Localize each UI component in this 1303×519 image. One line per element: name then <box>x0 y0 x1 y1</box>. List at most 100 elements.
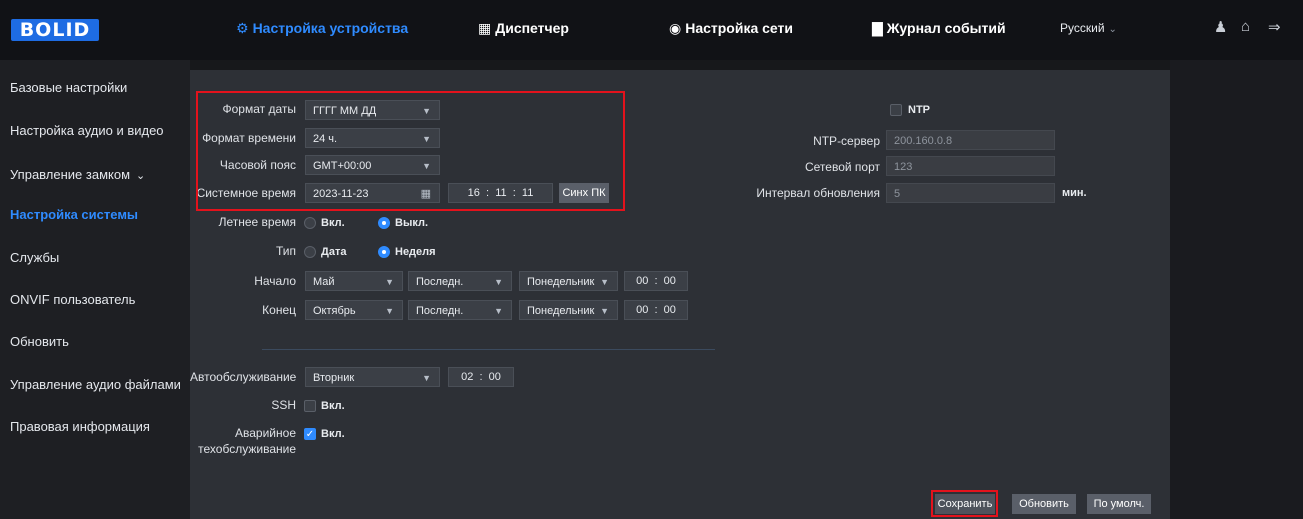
network-port-label: Сетевой порт <box>804 160 880 174</box>
sidebar-item-label: Базовые настройки <box>10 80 128 95</box>
sidebar-item-legal-info[interactable]: Правовая информация <box>10 419 150 434</box>
minute-value: 00 <box>663 275 676 287</box>
bolid-logo: BOLID <box>11 19 99 41</box>
dropdown-arrow-icon: ▼ <box>422 373 431 383</box>
tab-network-settings[interactable]: ◉ Настройка сети <box>669 16 793 40</box>
globe-icon: ◉ <box>669 19 682 36</box>
hour-value: 00 <box>636 304 649 316</box>
section-divider <box>262 349 715 350</box>
ntp-server-value: 200.160.0.8 <box>894 135 953 147</box>
home-icon[interactable]: ⌂ <box>1241 18 1250 35</box>
user-icon[interactable]: ♟ <box>1214 18 1227 36</box>
refresh-button[interactable]: Обновить <box>1012 494 1076 514</box>
tab-label: Настройка сети <box>685 20 794 36</box>
hour-value: 02 <box>461 371 474 383</box>
network-port-value: 123 <box>894 161 913 173</box>
highlight-frame <box>196 91 625 211</box>
type-week-radio[interactable] <box>378 246 390 258</box>
interval-unit-label: мин. <box>1062 187 1087 199</box>
ntp-label: NTP <box>908 104 930 116</box>
panel-top-strip <box>190 60 1170 70</box>
update-interval-input[interactable]: 5 <box>886 183 1055 203</box>
minute-value: 00 <box>488 371 501 383</box>
type-date-radio[interactable] <box>304 246 316 258</box>
start-time-input[interactable]: 00 : 00 <box>624 271 688 291</box>
end-month-select[interactable]: Октябрь ▼ <box>305 300 403 320</box>
start-day-select[interactable]: Понедельник ▼ <box>519 271 618 291</box>
end-day-value: Понедельник <box>527 305 595 317</box>
sidebar-item-update[interactable]: Обновить <box>10 334 69 349</box>
network-port-input[interactable]: 123 <box>886 156 1055 176</box>
sidebar-item-label: Обновить <box>10 334 69 349</box>
dst-off-radio[interactable] <box>378 217 390 229</box>
dst-type-label: Тип <box>275 244 296 258</box>
default-button[interactable]: По умолч. <box>1087 494 1151 514</box>
end-week-value: Последн. <box>416 305 464 317</box>
gear-icon: ⚙ <box>236 19 249 36</box>
ntp-server-input[interactable]: 200.160.0.8 <box>886 130 1055 150</box>
type-week-label: Неделя <box>395 246 436 258</box>
tab-label: Диспетчер <box>495 20 569 36</box>
tab-label: Настройка устройства <box>252 20 409 36</box>
save-highlight-frame <box>931 490 998 517</box>
sidebar-item-services[interactable]: Службы <box>10 250 59 265</box>
dst-on-label: Вкл. <box>321 217 345 229</box>
hour-value: 00 <box>636 275 649 287</box>
start-week-value: Последн. <box>416 276 464 288</box>
maintenance-day-value: Вторник <box>313 372 355 384</box>
maintenance-time-input[interactable]: 02 : 00 <box>448 367 514 387</box>
dropdown-arrow-icon: ▼ <box>385 277 394 287</box>
ssh-checkbox[interactable] <box>304 400 316 412</box>
end-day-select[interactable]: Понедельник ▼ <box>519 300 618 320</box>
sidebar-item-system-settings[interactable]: Настройка системы <box>10 207 138 222</box>
sidebar-item-audio-video[interactable]: Настройка аудио и видео <box>10 123 164 138</box>
emergency-option-label: Вкл. <box>321 428 345 440</box>
chevron-down-icon: ⌄ <box>136 170 146 182</box>
sidebar-item-lock-control[interactable]: Управление замком ⌄ <box>10 167 145 182</box>
update-interval-label: Интервал обновления <box>756 186 880 200</box>
emergency-label-line2: техобслуживание <box>198 442 296 456</box>
end-month-value: Октябрь <box>313 305 356 317</box>
sidebar-item-label: Настройка аудио и видео <box>10 123 164 138</box>
logout-icon[interactable]: ⇒ <box>1268 18 1281 36</box>
dst-start-label: Начало <box>254 274 296 288</box>
ssh-label: SSH <box>271 398 296 412</box>
dropdown-arrow-icon: ▼ <box>494 306 503 316</box>
tab-dispatcher[interactable]: ▦ Диспетчер <box>478 16 569 40</box>
sidebar-item-label: Службы <box>10 250 60 265</box>
tab-device-settings[interactable]: ⚙ Настройка устройства <box>236 16 408 40</box>
dst-on-radio[interactable] <box>304 217 316 229</box>
end-week-select[interactable]: Последн. ▼ <box>408 300 512 320</box>
start-month-select[interactable]: Май ▼ <box>305 271 403 291</box>
language-select[interactable]: Русский ⌄ <box>1060 21 1117 35</box>
dropdown-arrow-icon: ▼ <box>494 277 503 287</box>
dropdown-arrow-icon: ▼ <box>600 277 609 287</box>
start-week-select[interactable]: Последн. ▼ <box>408 271 512 291</box>
tab-event-log[interactable]: ▇ Журнал событий <box>872 16 1006 40</box>
emergency-checkbox[interactable]: ✓ <box>304 428 316 440</box>
end-time-input[interactable]: 00 : 00 <box>624 300 688 320</box>
ntp-checkbox[interactable] <box>890 104 902 116</box>
emergency-label-line1: Аварийное <box>235 426 296 440</box>
sidebar-item-label: Настройка системы <box>10 207 139 222</box>
dst-off-label: Выкл. <box>395 217 429 229</box>
sidebar-item-label: Правовая информация <box>10 419 150 434</box>
maintenance-day-select[interactable]: Вторник ▼ <box>305 367 440 387</box>
ntp-server-label: NTP-сервер <box>813 134 880 148</box>
sidebar-item-basic-settings[interactable]: Базовые настройки <box>10 80 127 95</box>
type-date-label: Дата <box>321 246 347 258</box>
update-interval-value: 5 <box>894 188 901 200</box>
start-day-value: Понедельник <box>527 276 595 288</box>
grid-icon: ▦ <box>478 19 492 36</box>
ssh-option-label: Вкл. <box>321 400 345 412</box>
sidebar-item-audio-files[interactable]: Управление аудио файлами <box>10 377 181 392</box>
sidebar-item-label: Управление замком <box>10 167 131 182</box>
tab-label: Журнал событий <box>886 20 1006 36</box>
dst-label: Летнее время <box>218 215 296 229</box>
start-month-value: Май <box>313 276 335 288</box>
chevron-down-icon: ⌄ <box>1108 24 1117 35</box>
journal-icon: ▇ <box>872 19 883 36</box>
minute-value: 00 <box>663 304 676 316</box>
language-label: Русский <box>1060 21 1105 35</box>
sidebar-item-onvif-user[interactable]: ONVIF пользователь <box>10 292 135 307</box>
